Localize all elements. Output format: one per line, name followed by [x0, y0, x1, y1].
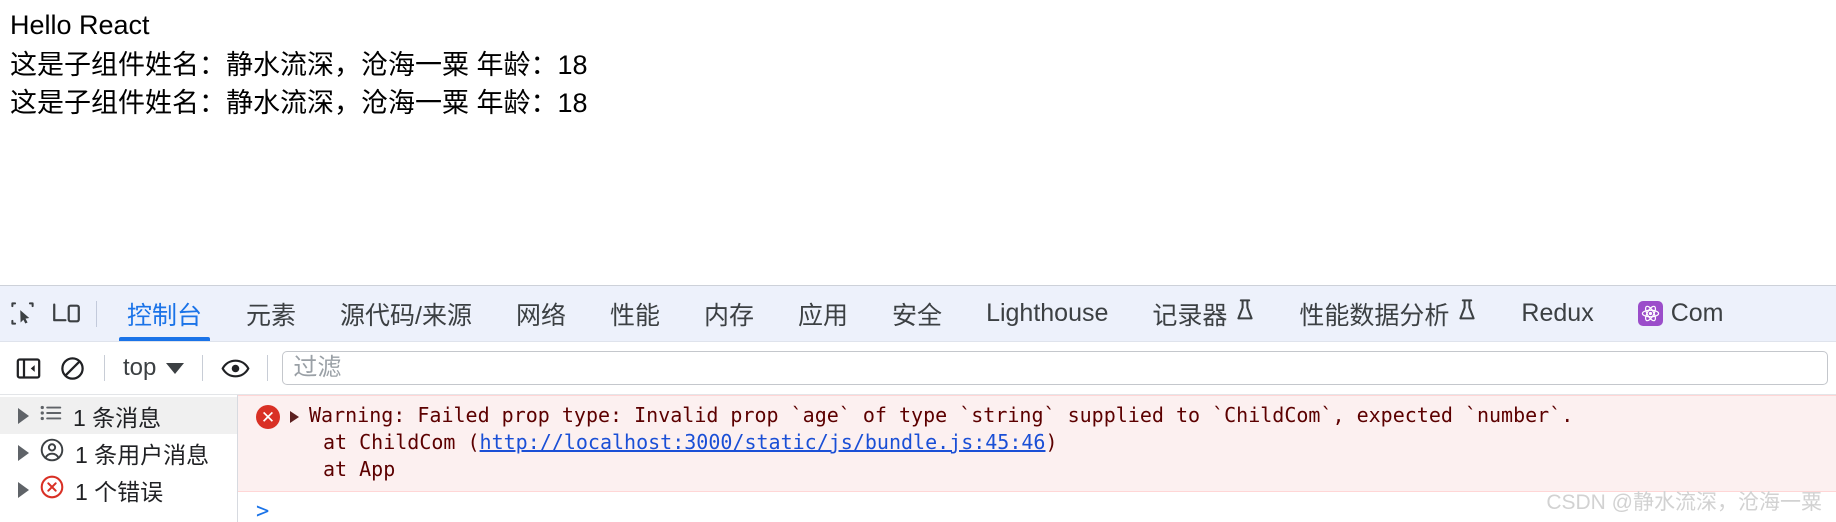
sidebar-item-user-messages-label: 1 条用户消息 — [75, 441, 210, 468]
tab-elements-label: 元素 — [246, 301, 297, 330]
devtools-tabstrip: 控制台 元素 源代码/来源 网络 性能 内存 应用 安全 Lighthouse … — [0, 286, 1836, 342]
tab-security-label: 安全 — [892, 301, 943, 330]
execution-context-value: top — [123, 354, 157, 381]
console-error-message[interactable]: ✕ Warning: Failed prop type: Invalid pro… — [238, 395, 1836, 492]
console-sidebar-toggle-icon[interactable] — [6, 346, 50, 390]
tab-console-label: 控制台 — [127, 301, 203, 330]
toolbar-divider — [267, 355, 269, 381]
tab-recorder-label: 记录器 — [1152, 301, 1228, 330]
console-filter-input[interactable] — [282, 351, 1828, 385]
page-title: Hello React — [10, 10, 150, 40]
tab-security[interactable]: 安全 — [870, 286, 964, 341]
devtools-panel: 控制台 元素 源代码/来源 网络 性能 内存 应用 安全 Lighthouse … — [0, 285, 1836, 522]
tab-sources-label: 源代码/来源 — [340, 301, 472, 330]
chevron-down-icon — [166, 362, 185, 374]
error-icon: ✕ — [256, 405, 280, 429]
tab-memory[interactable]: 内存 — [682, 286, 776, 341]
tab-recorder[interactable]: 记录器 — [1130, 286, 1277, 341]
console-message-text: Warning: Failed prop type: Invalid prop … — [309, 403, 1574, 427]
chevron-right-icon[interactable] — [18, 407, 29, 424]
console-prompt-row[interactable]: > — [238, 492, 1836, 522]
live-expression-eye-icon[interactable] — [213, 346, 257, 390]
console-sidebar: 1 条消息 1 条用户消息 1 个错误 — [0, 395, 238, 522]
prompt-caret-icon: > — [256, 499, 270, 522]
tab-application[interactable]: 应用 — [776, 286, 870, 341]
inspect-element-icon[interactable] — [0, 292, 44, 336]
sidebar-item-errors[interactable]: 1 个错误 — [0, 471, 237, 508]
tab-components-label: Com — [1670, 299, 1724, 327]
sidebar-item-messages-label: 1 条消息 — [73, 404, 162, 431]
sidebar-item-user-messages[interactable]: 1 条用户消息 — [0, 434, 237, 471]
execution-context-selector[interactable]: top — [115, 354, 192, 382]
chevron-right-icon[interactable] — [18, 444, 29, 461]
tab-components[interactable]: Com — [1616, 286, 1746, 341]
stack-frame-prefix: at ChildCom ( — [323, 430, 480, 454]
tab-performance-insights[interactable]: 性能数据分析 — [1277, 286, 1499, 341]
toolbar-divider — [96, 300, 97, 327]
tab-network[interactable]: 网络 — [494, 286, 588, 341]
toolbar-divider — [202, 355, 204, 381]
tab-console[interactable]: 控制台 — [105, 286, 224, 341]
error-circle-icon — [39, 474, 65, 506]
stack-frame-link[interactable]: http://localhost:3000/static/js/bundle.j… — [480, 430, 1046, 454]
tab-sources[interactable]: 源代码/来源 — [318, 286, 494, 341]
flask-icon — [1235, 298, 1255, 329]
tab-memory-label: 内存 — [704, 301, 755, 330]
tab-performance[interactable]: 性能 — [588, 286, 682, 341]
user-icon — [39, 437, 65, 469]
chevron-right-icon[interactable] — [18, 481, 29, 498]
tab-performance-insights-label: 性能数据分析 — [1299, 301, 1450, 330]
console-output: ✕ Warning: Failed prop type: Invalid pro… — [238, 395, 1836, 522]
child-component-line-2: 这是子组件姓名：静水流深，沧海一粟 年龄：18 — [10, 88, 588, 118]
tab-application-label: 应用 — [798, 301, 849, 330]
list-icon — [39, 401, 63, 431]
stack-frame-app: at App — [238, 456, 1836, 483]
sidebar-item-errors-label: 1 个错误 — [75, 478, 164, 505]
stack-frame-prefix: at App — [323, 457, 396, 481]
child-component-line-1: 这是子组件姓名：静水流深，沧海一粟 年龄：18 — [10, 50, 588, 80]
device-toolbar-icon[interactable] — [44, 292, 88, 336]
tab-elements[interactable]: 元素 — [224, 286, 318, 341]
tab-lighthouse[interactable]: Lighthouse — [964, 286, 1130, 341]
react-components-icon — [1637, 301, 1663, 326]
toolbar-divider — [104, 355, 105, 381]
console-body: 1 条消息 1 条用户消息 1 个错误 ✕ Warning: Failed pr… — [0, 395, 1836, 522]
console-message-header: ✕ Warning: Failed prop type: Invalid pro… — [238, 402, 1836, 429]
stack-frame-childcom: at ChildCom (http://localhost:3000/stati… — [238, 429, 1836, 456]
sidebar-item-messages[interactable]: 1 条消息 — [0, 397, 237, 434]
tab-redux[interactable]: Redux — [1499, 286, 1615, 341]
console-toolbar: top — [0, 342, 1836, 395]
tab-performance-label: 性能 — [610, 301, 661, 330]
flask-icon — [1457, 298, 1477, 329]
tab-lighthouse-label: Lighthouse — [986, 299, 1109, 327]
tab-network-label: 网络 — [515, 301, 566, 330]
expand-triangle-icon[interactable] — [290, 411, 299, 423]
stack-frame-suffix: ) — [1045, 430, 1058, 454]
tab-redux-label: Redux — [1521, 299, 1594, 327]
clear-console-icon[interactable] — [50, 346, 94, 390]
rendered-app-viewport: Hello React 这是子组件姓名：静水流深，沧海一粟 年龄：18 这是子组… — [0, 0, 1836, 285]
